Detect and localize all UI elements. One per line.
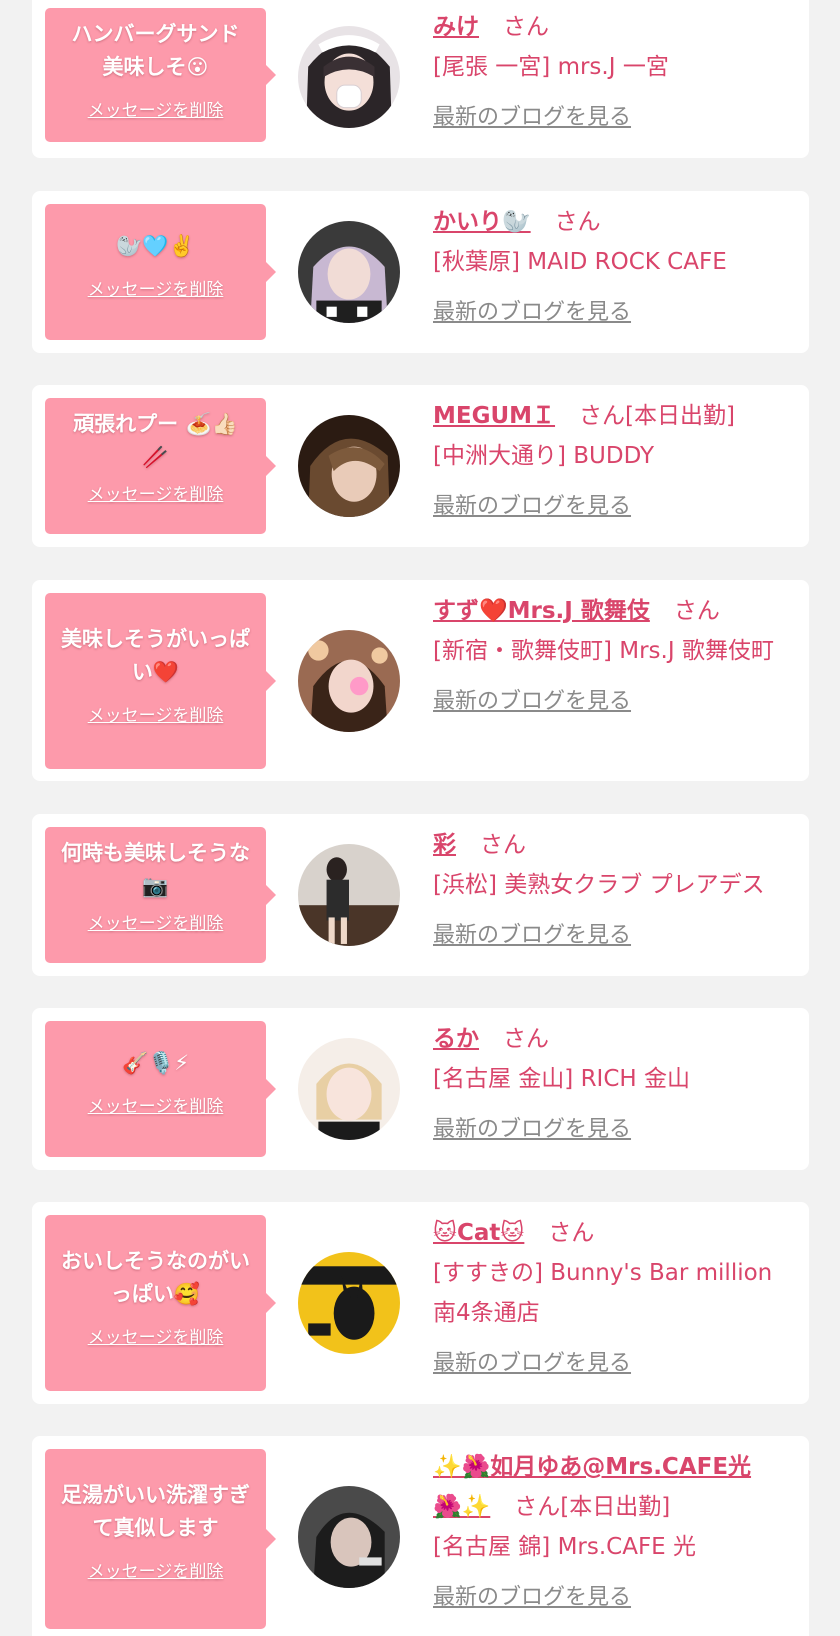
latest-blog-link[interactable]: 最新のブログを見る [433, 917, 631, 949]
latest-blog-link[interactable]: 最新のブログを見る [433, 99, 631, 131]
shop-name: [尾張 一宮] mrs.J 一宮 [433, 54, 669, 80]
status-text: [本日出勤] [625, 403, 735, 429]
message-text: 🦭🩵✌️ [116, 234, 195, 258]
honorific-text: さん [503, 1026, 549, 1052]
honorific-text: さん [548, 1220, 595, 1246]
latest-blog-link[interactable]: 最新のブログを見る [433, 1111, 631, 1143]
message-text: 足湯がいい洗濯すぎて真似します [61, 1483, 250, 1540]
status-text: [本日出勤] [560, 1494, 671, 1520]
delete-message-link[interactable]: メッセージを削除 [88, 1323, 224, 1348]
cast-avatar[interactable] [298, 1486, 400, 1588]
cast-avatar[interactable] [298, 221, 400, 323]
cast-card: 頑張れプー 🍝👍🏻 🥢 メッセージを削除 MEGUMＩ さん[本日出勤] [中洲大… [32, 385, 809, 547]
cast-info: るか さん [名古屋 金山] RICH 金山 最新のブログを見る [433, 1019, 795, 1143]
cast-info: 彩さん [浜松] 美熟女クラブ プレアデス 最新のブログを見る [433, 825, 795, 949]
shop-name: [新宿・歌舞伎町] Mrs.J 歌舞伎町 [433, 638, 774, 664]
message-text: 何時も美味しそうな📷 [61, 841, 250, 898]
message-bubble: おいしそうなのがいっぱい🥰 メッセージを削除 [45, 1215, 276, 1391]
cast-info: かいり🦭 さん [秋葉原] MAID ROCK CAFE 最新のブログを見る [433, 202, 795, 326]
message-text: 美味しそうがいっぱい❤️ [61, 627, 250, 684]
cast-avatar[interactable] [298, 1038, 400, 1140]
honorific-text: さん [673, 598, 720, 624]
cast-name-link[interactable]: すず❤️Mrs.J 歌舞伎 [433, 598, 650, 624]
cast-info: 🐱Cat🐱 さん [すすきの] Bunny's Bar million 南4条通店… [433, 1213, 795, 1377]
honorific-text: さん [480, 832, 526, 858]
cast-avatar[interactable] [298, 1252, 400, 1354]
shop-name: [名古屋 錦] Mrs.CAFE 光 [433, 1534, 697, 1560]
delete-message-link[interactable]: メッセージを削除 [88, 480, 224, 505]
cast-info: すず❤️Mrs.J 歌舞伎 さん [新宿・歌舞伎町] Mrs.J 歌舞伎町 最新の… [433, 591, 795, 715]
message-text: 🎸🎙️⚡ [121, 1051, 190, 1075]
delete-message-link[interactable]: メッセージを削除 [88, 1092, 224, 1117]
shop-name: [秋葉原] MAID ROCK CAFE [433, 249, 727, 275]
message-bubble: 🦭🩵✌️ メッセージを削除 [45, 204, 276, 340]
latest-blog-link[interactable]: 最新のブログを見る [433, 294, 631, 326]
honorific-text: さん [579, 403, 626, 429]
message-text: おいしそうなのがいっぱい🥰 [61, 1249, 250, 1306]
message-bubble: 頑張れプー 🍝👍🏻 🥢 メッセージを削除 [45, 398, 276, 534]
honorific-text: さん [514, 1494, 561, 1520]
delete-message-link[interactable]: メッセージを削除 [88, 701, 224, 726]
cast-avatar[interactable] [298, 415, 400, 517]
cast-info: みけ さん [尾張 一宮] mrs.J 一宮 最新のブログを見る [433, 7, 795, 131]
honorific-text: さん [554, 209, 601, 235]
delete-message-link[interactable]: メッセージを削除 [88, 1557, 224, 1582]
latest-blog-link[interactable]: 最新のブログを見る [433, 683, 631, 715]
cast-card: 🎸🎙️⚡ メッセージを削除 るか さん [名古屋 金山] RICH 金山 最新のブ… [32, 1008, 809, 1170]
message-text: ハンバーグサンド美味しそ😮 [71, 22, 240, 79]
cast-info: MEGUMＩ さん[本日出勤] [中洲大通り] BUDDY 最新のブログを見る [433, 396, 795, 520]
message-text: 頑張れプー 🍝👍🏻 🥢 [73, 412, 238, 469]
message-bubble: 足湯がいい洗濯すぎて真似します メッセージを削除 [45, 1449, 276, 1629]
cast-name-link[interactable]: 🐱Cat🐱 [433, 1220, 524, 1246]
cast-card: 足湯がいい洗濯すぎて真似します メッセージを削除 ✨🌺如月ゆあ@Mrs.CAFE… [32, 1436, 809, 1636]
cast-card: ハンバーグサンド美味しそ😮 メッセージを削除 みけ さん [尾張 一宮] mrs.… [32, 0, 809, 158]
shop-name: [浜松] 美熟女クラブ プレアデス [433, 872, 765, 898]
honorific-text: さん [503, 14, 549, 40]
shop-name: [すすきの] Bunny's Bar million 南4条通店 [433, 1260, 773, 1326]
cast-name-link[interactable]: るか [433, 1026, 479, 1052]
delete-message-link[interactable]: メッセージを削除 [88, 96, 224, 121]
shop-name: [中洲大通り] BUDDY [433, 443, 655, 469]
cast-name-link[interactable]: MEGUMＩ [433, 403, 555, 429]
message-bubble: 何時も美味しそうな📷 メッセージを削除 [45, 827, 276, 963]
cast-avatar[interactable] [298, 844, 400, 946]
cast-info: ✨🌺如月ゆあ@Mrs.CAFE光🌺✨ さん[本日出勤] [名古屋 錦] Mrs.C… [433, 1447, 795, 1611]
latest-blog-link[interactable]: 最新のブログを見る [433, 1345, 631, 1377]
cast-card: 何時も美味しそうな📷 メッセージを削除 彩さん [浜松] 美熟女クラブ プレアデ… [32, 814, 809, 976]
shop-name: [名古屋 金山] RICH 金山 [433, 1066, 690, 1092]
cast-avatar[interactable] [298, 630, 400, 732]
cast-name-link[interactable]: みけ [433, 14, 479, 40]
message-bubble: 美味しそうがいっぱい❤️ メッセージを削除 [45, 593, 276, 769]
cast-name-link[interactable]: かいり🦭 [433, 209, 531, 235]
cast-avatar[interactable] [298, 26, 400, 128]
message-bubble: 🎸🎙️⚡ メッセージを削除 [45, 1021, 276, 1157]
cast-card: おいしそうなのがいっぱい🥰 メッセージを削除 🐱Cat🐱 さん [すすきの] Bu… [32, 1202, 809, 1404]
cast-card: 🦭🩵✌️ メッセージを削除 かいり🦭 さん [秋葉原] MAID ROCK CAF… [32, 191, 809, 353]
message-bubble: ハンバーグサンド美味しそ😮 メッセージを削除 [45, 8, 276, 142]
latest-blog-link[interactable]: 最新のブログを見る [433, 488, 631, 520]
delete-message-link[interactable]: メッセージを削除 [88, 275, 224, 300]
delete-message-link[interactable]: メッセージを削除 [88, 909, 224, 934]
latest-blog-link[interactable]: 最新のブログを見る [433, 1579, 631, 1611]
cast-name-link[interactable]: 彩 [433, 832, 456, 858]
favorite-cast-list: ハンバーグサンド美味しそ😮 メッセージを削除 みけ さん [尾張 一宮] mrs.… [0, 0, 840, 1636]
cast-card: 美味しそうがいっぱい❤️ メッセージを削除 すず❤️Mrs.J 歌舞伎 さん [新… [32, 580, 809, 781]
